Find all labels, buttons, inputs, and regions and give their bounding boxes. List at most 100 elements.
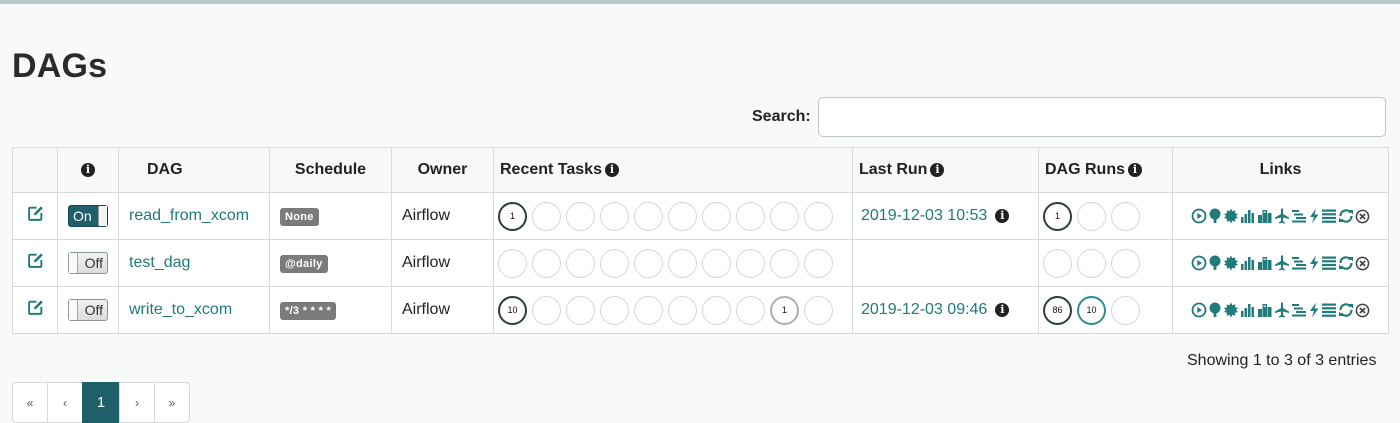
tasks-duration-icon[interactable] <box>1240 255 1256 271</box>
dag-pause-toggle[interactable]: On <box>68 205 108 227</box>
task-state-circle[interactable] <box>600 201 629 231</box>
task-tries-icon[interactable] <box>1257 302 1273 318</box>
tree-view-icon[interactable] <box>1208 208 1222 224</box>
gantt-icon[interactable] <box>1291 302 1307 318</box>
code-view-icon[interactable] <box>1308 302 1320 318</box>
landing-times-icon[interactable] <box>1274 208 1290 224</box>
page-1-button[interactable]: 1 <box>82 382 120 423</box>
logs-icon[interactable] <box>1321 208 1337 224</box>
logs-icon[interactable] <box>1321 255 1337 271</box>
delete-icon[interactable] <box>1355 209 1370 224</box>
gantt-icon[interactable] <box>1291 208 1307 224</box>
refresh-icon[interactable] <box>1338 302 1354 318</box>
task-state-circle[interactable] <box>600 295 629 325</box>
task-state-circle[interactable] <box>668 295 697 325</box>
landing-times-icon[interactable] <box>1274 302 1290 318</box>
dag-run-state-circle[interactable]: 86 <box>1043 295 1072 325</box>
task-state-circle[interactable] <box>634 248 663 278</box>
schedule-cell: */3 * * * * <box>269 286 392 334</box>
task-state-circle[interactable] <box>736 201 765 231</box>
header-schedule[interactable]: Schedule <box>269 147 392 193</box>
task-tries-icon[interactable] <box>1257 255 1273 271</box>
task-state-circle[interactable] <box>736 295 765 325</box>
task-state-circle[interactable] <box>668 201 697 231</box>
header-info: i <box>57 147 119 193</box>
task-state-circle[interactable] <box>668 248 697 278</box>
edit-icon[interactable] <box>27 299 44 321</box>
task-state-circle[interactable] <box>634 201 663 231</box>
refresh-icon[interactable] <box>1338 255 1354 271</box>
task-state-circle[interactable]: 1 <box>770 295 799 325</box>
links-cell <box>1172 192 1389 240</box>
tree-view-icon[interactable] <box>1208 302 1222 318</box>
dag-run-state-circle[interactable] <box>1111 248 1140 278</box>
logs-icon[interactable] <box>1321 302 1337 318</box>
page-last-button[interactable]: » <box>154 382 190 423</box>
dag-link[interactable]: test_dag <box>129 254 190 271</box>
delete-icon[interactable] <box>1355 303 1370 318</box>
page-prev-button[interactable]: ‹ <box>47 382 83 423</box>
task-state-circle[interactable] <box>600 248 629 278</box>
code-view-icon[interactable] <box>1308 255 1320 271</box>
search-input[interactable] <box>818 97 1386 137</box>
task-state-circle[interactable]: 10 <box>498 295 527 325</box>
dag-pause-toggle[interactable]: Off <box>68 299 108 321</box>
task-state-circle[interactable] <box>532 201 561 231</box>
trigger-dag-icon[interactable] <box>1191 208 1207 224</box>
dag-run-state-circle[interactable]: 1 <box>1043 201 1072 231</box>
last-run-link[interactable]: 2019-12-03 09:46 <box>861 301 987 318</box>
task-state-circle[interactable] <box>770 248 799 278</box>
task-state-circle[interactable] <box>634 295 663 325</box>
task-state-circle[interactable] <box>532 248 561 278</box>
last-run-link[interactable]: 2019-12-03 10:53 <box>861 207 987 224</box>
task-state-circle[interactable] <box>566 248 595 278</box>
task-state-circle[interactable] <box>804 248 833 278</box>
tasks-duration-icon[interactable] <box>1240 208 1256 224</box>
dag-run-state-circle[interactable] <box>1111 295 1140 325</box>
info-icon: i <box>995 209 1010 223</box>
delete-icon[interactable] <box>1355 256 1370 271</box>
dag-run-state-circle[interactable] <box>1043 248 1072 278</box>
header-dag[interactable]: DAG <box>118 147 270 193</box>
tasks-duration-icon[interactable] <box>1240 302 1256 318</box>
table-info: Showing 1 to 3 of 3 entries <box>1187 352 1377 369</box>
dag-link[interactable]: write_to_xcom <box>129 301 232 318</box>
dag-run-state-circle[interactable] <box>1077 248 1106 278</box>
table-header-row: i DAG Schedule Owner Recent Tasks i Last … <box>12 147 1389 193</box>
dag-run-state-circle[interactable] <box>1111 201 1140 231</box>
owner-cell: Airflow <box>391 239 494 287</box>
graph-view-icon[interactable] <box>1223 208 1239 224</box>
page-first-button[interactable]: « <box>12 382 48 423</box>
trigger-dag-icon[interactable] <box>1191 302 1207 318</box>
header-owner[interactable]: Owner <box>391 147 494 193</box>
edit-icon[interactable] <box>27 205 44 227</box>
task-tries-icon[interactable] <box>1257 208 1273 224</box>
task-state-circle[interactable] <box>702 248 731 278</box>
last-run-cell: 2019-12-03 09:46 i <box>852 286 1039 334</box>
dag-pause-toggle[interactable]: Off <box>68 252 108 274</box>
task-state-circle[interactable] <box>702 201 731 231</box>
task-state-circle[interactable] <box>804 295 833 325</box>
task-state-circle[interactable] <box>736 248 765 278</box>
dag-link[interactable]: read_from_xcom <box>129 207 249 224</box>
trigger-dag-icon[interactable] <box>1191 255 1207 271</box>
graph-view-icon[interactable] <box>1223 255 1239 271</box>
page-next-button[interactable]: › <box>119 382 155 423</box>
landing-times-icon[interactable] <box>1274 255 1290 271</box>
refresh-icon[interactable] <box>1338 208 1354 224</box>
edit-icon[interactable] <box>27 252 44 274</box>
dag-run-state-circle[interactable] <box>1077 201 1106 231</box>
task-state-circle[interactable] <box>702 295 731 325</box>
dag-run-state-circle[interactable]: 10 <box>1077 295 1106 325</box>
task-state-circle[interactable]: 1 <box>498 201 527 231</box>
task-state-circle[interactable] <box>770 201 799 231</box>
code-view-icon[interactable] <box>1308 208 1320 224</box>
task-state-circle[interactable] <box>532 295 561 325</box>
gantt-icon[interactable] <box>1291 255 1307 271</box>
task-state-circle[interactable] <box>804 201 833 231</box>
graph-view-icon[interactable] <box>1223 302 1239 318</box>
task-state-circle[interactable] <box>566 295 595 325</box>
task-state-circle[interactable] <box>566 201 595 231</box>
task-state-circle[interactable] <box>498 248 527 278</box>
tree-view-icon[interactable] <box>1208 255 1222 271</box>
